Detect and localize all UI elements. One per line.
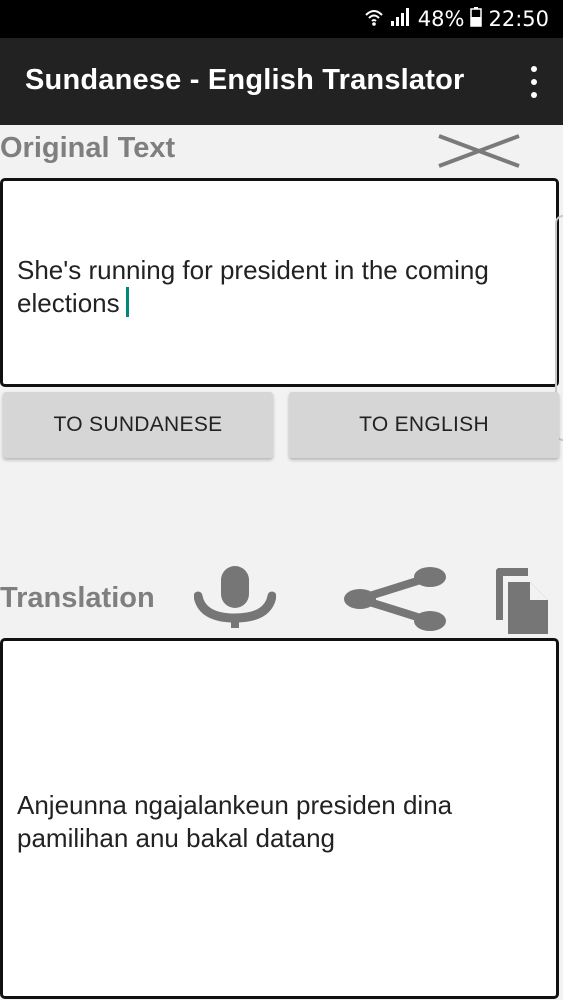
original-text-value: She's running for president in the comin…	[17, 255, 489, 318]
overflow-menu-icon[interactable]	[527, 66, 541, 98]
to-sundanese-button[interactable]: TO SUNDANESE	[3, 392, 273, 458]
status-indicators: 48% 22:50	[364, 6, 549, 32]
status-bar: 48% 22:50	[0, 0, 563, 38]
signal-icon	[390, 7, 412, 32]
battery-percent: 48%	[417, 7, 465, 31]
wifi-icon	[364, 7, 384, 32]
text-caret	[125, 287, 129, 317]
battery-icon	[470, 6, 483, 32]
clear-icon[interactable]	[437, 134, 521, 173]
microphone-icon[interactable]	[193, 566, 277, 635]
share-icon[interactable]	[342, 566, 450, 637]
app-bar: Sundanese - English Translator	[0, 38, 563, 125]
original-text-input[interactable]: She's running for president in the comin…	[0, 178, 559, 387]
translation-output[interactable]: Anjeunna ngajalankeun presiden dina pami…	[0, 638, 559, 999]
original-text-label: Original Text	[0, 132, 176, 164]
app-title: Sundanese - English Translator	[25, 64, 465, 96]
translation-text-value: Anjeunna ngajalankeun presiden dina pami…	[17, 790, 453, 853]
translation-label: Translation	[0, 582, 155, 614]
copy-icon[interactable]	[492, 564, 550, 641]
to-english-button[interactable]: TO ENGLISH	[289, 392, 559, 458]
clock: 22:50	[488, 7, 549, 31]
